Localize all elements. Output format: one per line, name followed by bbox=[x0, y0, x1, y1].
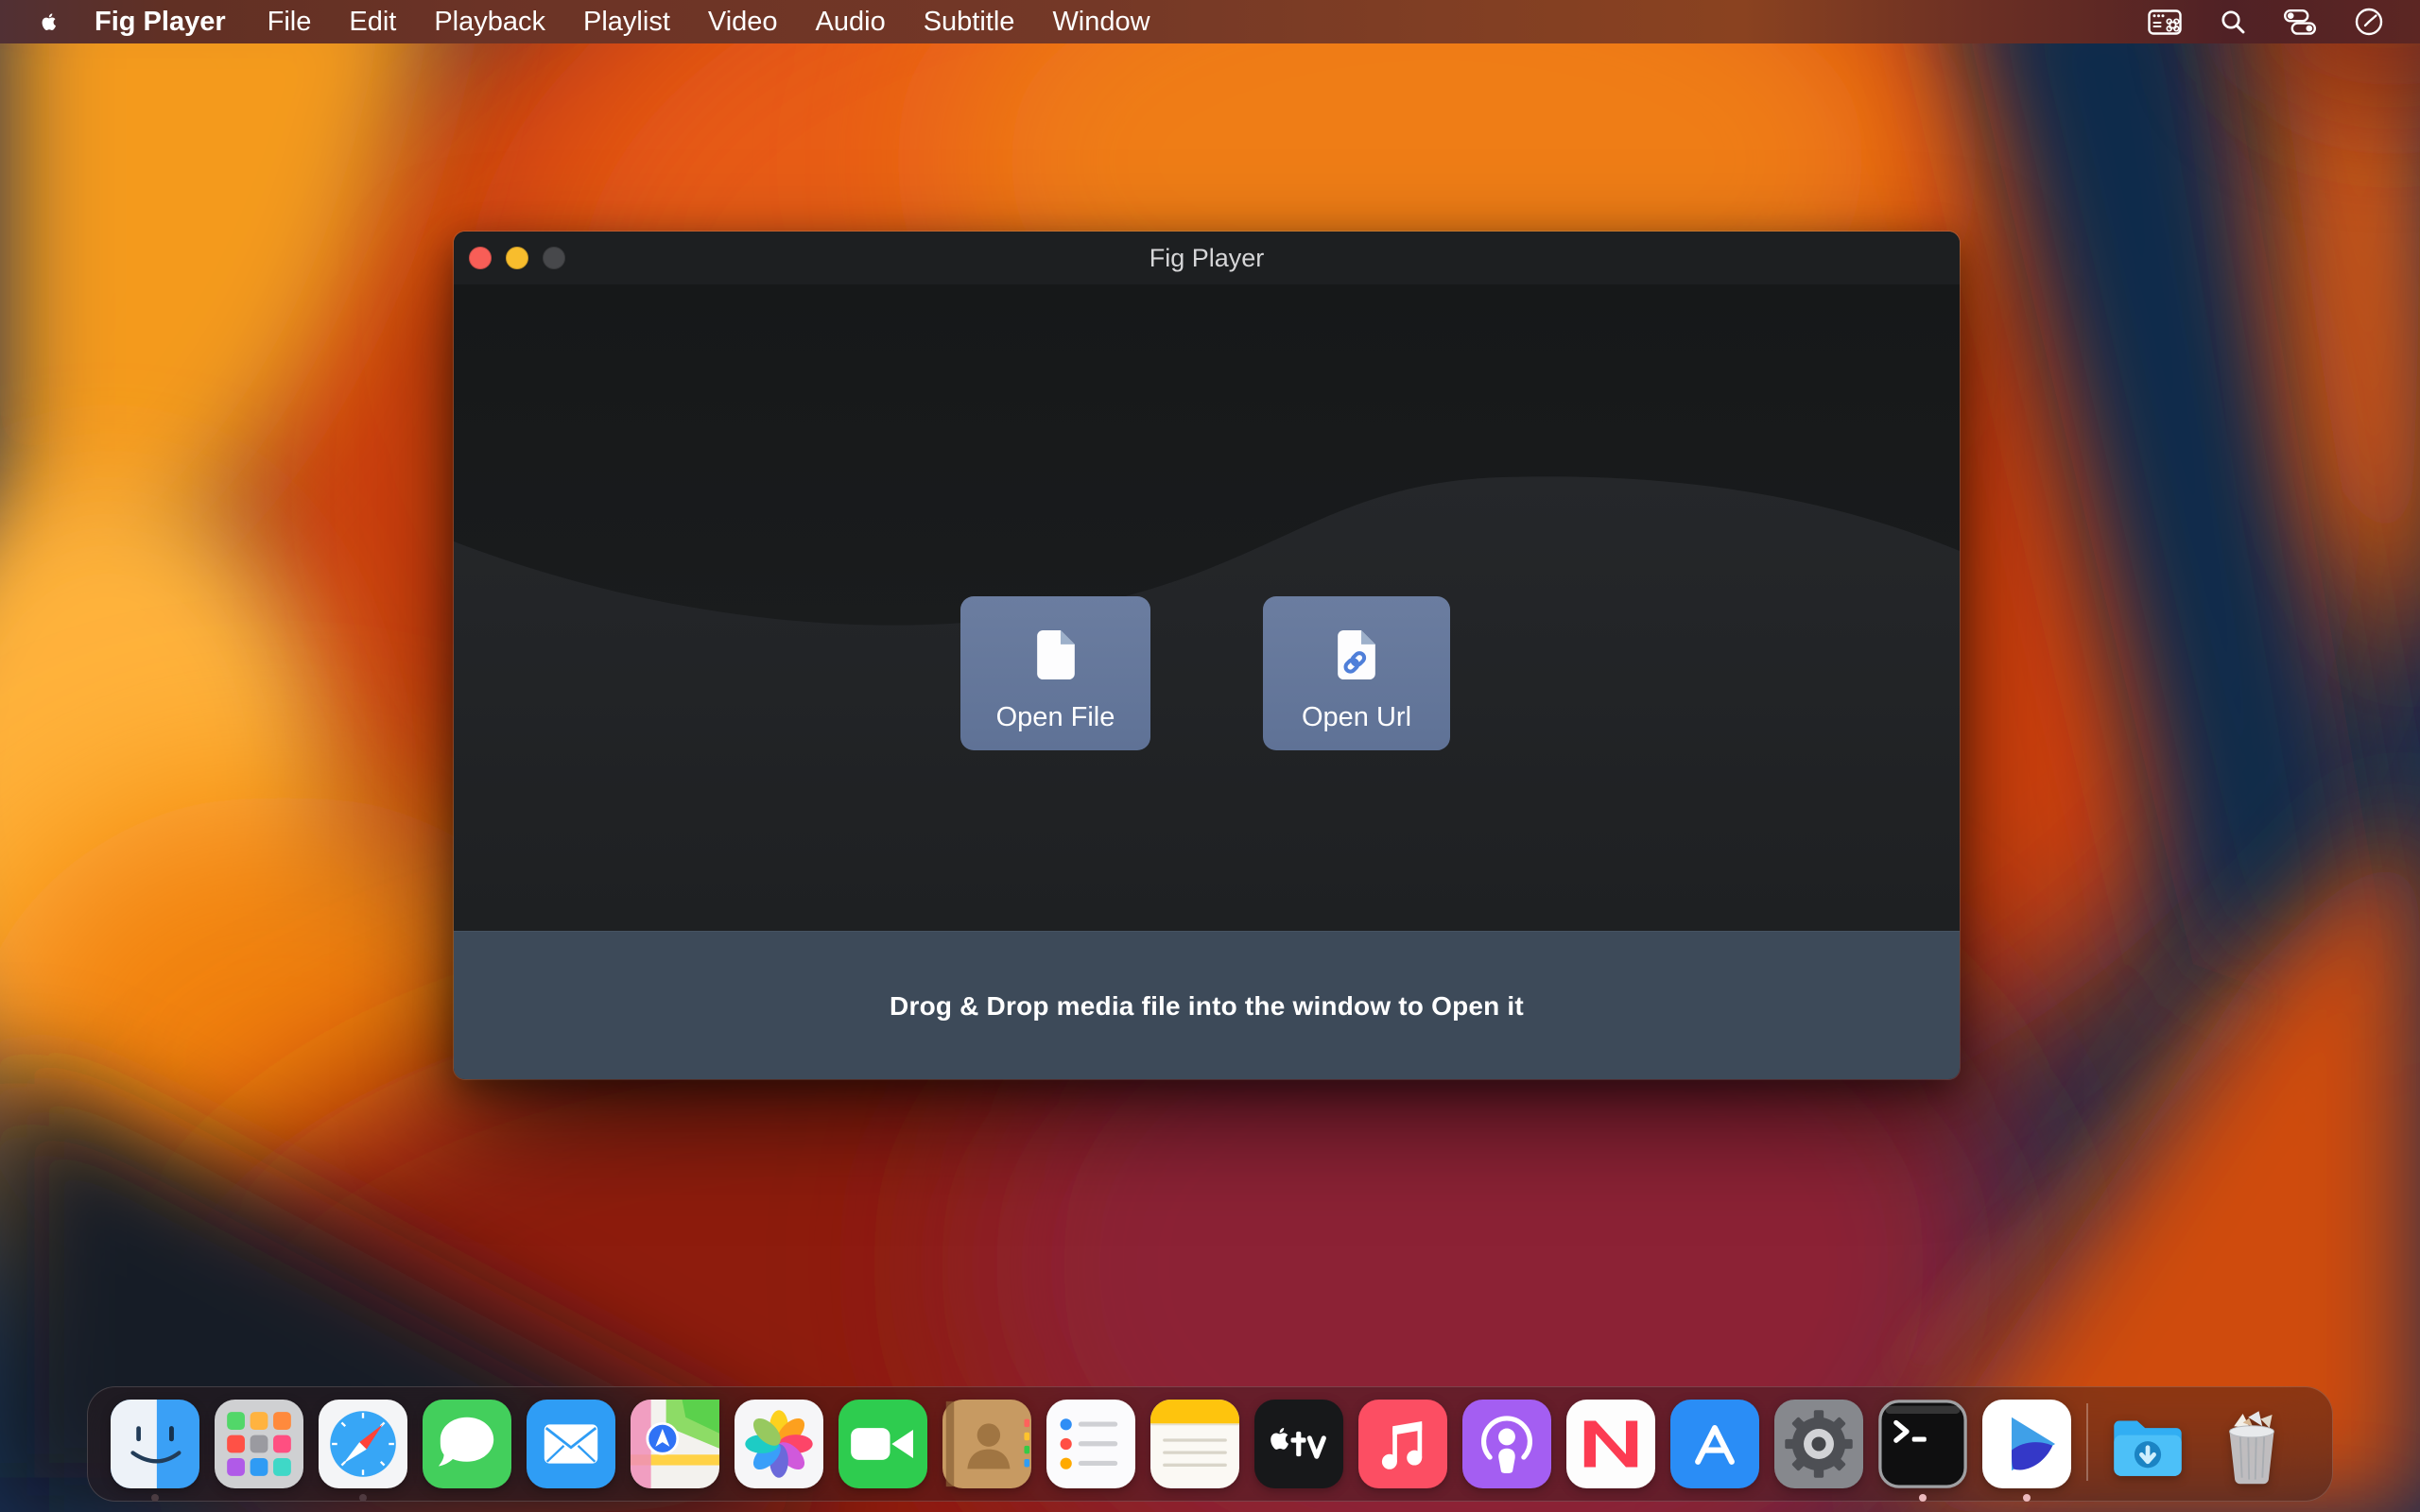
spotlight-search-icon[interactable] bbox=[2220, 9, 2246, 35]
desktop: Fig Player File Edit Playback Playlist V… bbox=[0, 0, 2420, 1512]
app-menu[interactable]: Fig Player bbox=[95, 7, 226, 38]
drop-hint-text: Drog & Drop media file into the window t… bbox=[890, 991, 1524, 1022]
open-url-button[interactable]: Open Url bbox=[1263, 596, 1450, 750]
maps-icon bbox=[631, 1400, 719, 1488]
menu-item-video[interactable]: Video bbox=[708, 7, 778, 38]
drop-hint-bar: Drog & Drop media file into the window t… bbox=[454, 931, 1960, 1079]
system-settings-icon bbox=[1774, 1400, 1863, 1488]
dock-separator bbox=[2086, 1403, 2088, 1481]
dock-item-system-settings[interactable] bbox=[1774, 1400, 1863, 1488]
dock-item-messages[interactable] bbox=[423, 1400, 511, 1488]
control-center-icon[interactable] bbox=[2284, 9, 2316, 35]
running-indicator bbox=[151, 1494, 159, 1502]
menu-bar-status-area bbox=[2148, 7, 2420, 37]
input-menu-icon[interactable] bbox=[2148, 9, 2182, 35]
dock-item-app-store[interactable] bbox=[1670, 1400, 1759, 1488]
dock-item-safari[interactable] bbox=[319, 1400, 407, 1488]
messages-icon bbox=[423, 1400, 511, 1488]
terminal-icon bbox=[1878, 1400, 1967, 1488]
open-file-button[interactable]: Open File bbox=[960, 596, 1150, 750]
menu-item-window[interactable]: Window bbox=[1052, 7, 1150, 38]
document-icon bbox=[1027, 619, 1085, 691]
open-url-label: Open Url bbox=[1302, 702, 1411, 733]
clock-icon[interactable] bbox=[2354, 7, 2384, 37]
fig-player-icon bbox=[1982, 1400, 2071, 1488]
menu-item-playback[interactable]: Playback bbox=[434, 7, 545, 38]
safari-icon bbox=[319, 1400, 407, 1488]
dock-item-terminal[interactable] bbox=[1878, 1400, 1967, 1488]
dock-item-trash[interactable] bbox=[2207, 1400, 2296, 1488]
podcasts-icon bbox=[1462, 1400, 1551, 1488]
zoom-button[interactable] bbox=[543, 247, 565, 269]
menu-bar: Fig Player File Edit Playback Playlist V… bbox=[0, 0, 2420, 43]
dock-item-mail[interactable] bbox=[527, 1400, 615, 1488]
minimize-button[interactable] bbox=[506, 247, 528, 269]
apple-icon[interactable] bbox=[38, 8, 62, 36]
finder-icon bbox=[111, 1400, 199, 1488]
menu-item-subtitle[interactable]: Subtitle bbox=[924, 7, 1015, 38]
notes-icon bbox=[1150, 1400, 1239, 1488]
dock-item-fig-player[interactable] bbox=[1982, 1400, 2071, 1488]
dock-item-maps[interactable] bbox=[631, 1400, 719, 1488]
window-titlebar[interactable]: Fig Player bbox=[454, 232, 1960, 284]
dock-item-contacts[interactable] bbox=[942, 1400, 1031, 1488]
menu-item-audio[interactable]: Audio bbox=[816, 7, 886, 38]
menu-item-edit[interactable]: Edit bbox=[349, 7, 396, 38]
document-link-icon bbox=[1327, 619, 1386, 691]
photos-icon bbox=[735, 1400, 823, 1488]
menu-bar-left: Fig Player File Edit Playback Playlist V… bbox=[0, 7, 1150, 38]
dock bbox=[87, 1386, 2333, 1502]
facetime-icon bbox=[838, 1400, 927, 1488]
open-file-label: Open File bbox=[996, 702, 1115, 733]
launchpad-icon bbox=[215, 1400, 303, 1488]
dock-item-music[interactable] bbox=[1358, 1400, 1447, 1488]
apple-tv-icon bbox=[1254, 1400, 1343, 1488]
menu-item-file[interactable]: File bbox=[268, 7, 312, 38]
traffic-lights bbox=[469, 247, 565, 269]
dock-item-downloads[interactable] bbox=[2103, 1400, 2192, 1488]
downloads-folder-icon bbox=[2103, 1400, 2192, 1488]
mail-icon bbox=[527, 1400, 615, 1488]
close-button[interactable] bbox=[469, 247, 492, 269]
window-content: Open File Open Url bbox=[454, 284, 1960, 931]
menu-item-playlist[interactable]: Playlist bbox=[583, 7, 670, 38]
dock-item-launchpad[interactable] bbox=[215, 1400, 303, 1488]
window-title: Fig Player bbox=[454, 232, 1960, 284]
music-icon bbox=[1358, 1400, 1447, 1488]
dock-item-notes[interactable] bbox=[1150, 1400, 1239, 1488]
trash-icon bbox=[2207, 1400, 2296, 1488]
app-store-icon bbox=[1670, 1400, 1759, 1488]
fig-player-window: Fig Player Open File bbox=[454, 232, 1960, 1079]
running-indicator bbox=[1919, 1494, 1927, 1502]
dock-item-facetime[interactable] bbox=[838, 1400, 927, 1488]
reminders-icon bbox=[1046, 1400, 1135, 1488]
dock-item-finder[interactable] bbox=[111, 1400, 199, 1488]
dock-item-news[interactable] bbox=[1566, 1400, 1655, 1488]
dock-item-podcasts[interactable] bbox=[1462, 1400, 1551, 1488]
running-indicator bbox=[2023, 1494, 2031, 1502]
contacts-icon bbox=[942, 1400, 1031, 1488]
running-indicator bbox=[359, 1494, 367, 1502]
dock-item-tv[interactable] bbox=[1254, 1400, 1343, 1488]
background-wave-decoration bbox=[454, 284, 1960, 931]
dock-item-photos[interactable] bbox=[735, 1400, 823, 1488]
news-icon bbox=[1566, 1400, 1655, 1488]
dock-item-reminders[interactable] bbox=[1046, 1400, 1135, 1488]
